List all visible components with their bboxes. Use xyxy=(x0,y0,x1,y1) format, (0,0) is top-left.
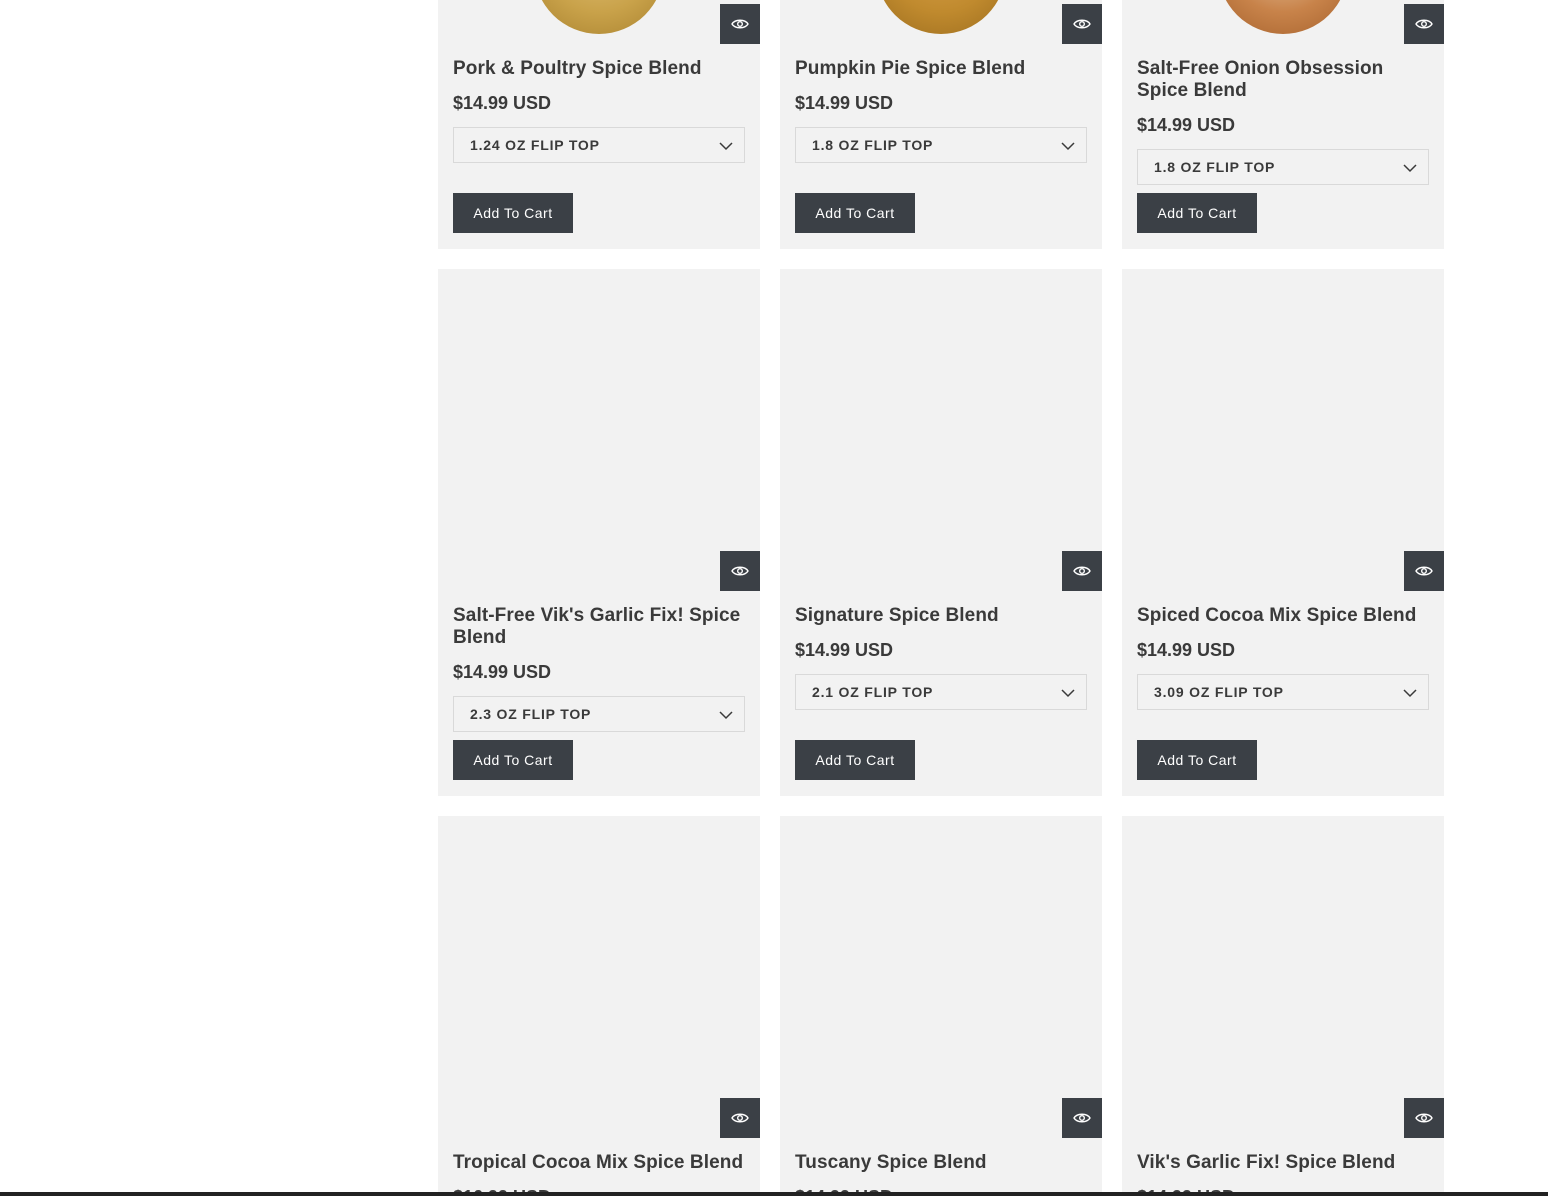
product-price: $14.99 USD xyxy=(453,662,552,682)
quick-view-button[interactable] xyxy=(1062,4,1102,44)
quick-view-button[interactable] xyxy=(1062,551,1102,591)
eye-icon xyxy=(731,566,749,576)
product-title[interactable]: Salt-Free Onion Obsession Spice Blend xyxy=(1137,58,1429,102)
eye-icon xyxy=(1415,1113,1433,1123)
eye-icon xyxy=(731,1113,749,1123)
product-title[interactable]: Signature Spice Blend xyxy=(795,605,1087,627)
quick-view-button[interactable] xyxy=(1404,4,1444,44)
product-photo xyxy=(534,0,664,34)
variant-select[interactable]: 3.09 OZ FLIP TOP xyxy=(1137,674,1429,710)
add-to-cart-button[interactable]: Add To Cart xyxy=(1137,740,1257,780)
variant-selected-value: 1.8 OZ FLIP TOP xyxy=(1154,159,1276,175)
product-image[interactable] xyxy=(1122,0,1444,44)
product-title[interactable]: Tropical Cocoa Mix Spice Blend xyxy=(453,1152,745,1174)
add-to-cart-button[interactable]: Add To Cart xyxy=(795,740,915,780)
product-title[interactable]: Pork & Poultry Spice Blend xyxy=(453,58,745,80)
product-card: Pumpkin Pie Spice Blend $14.99 USD 1.8 O… xyxy=(780,0,1102,249)
variant-selected-value: 2.1 OZ FLIP TOP xyxy=(812,684,934,700)
viewport-bottom-edge xyxy=(0,1192,1548,1196)
add-to-cart-button[interactable]: Add To Cart xyxy=(453,193,573,233)
product-price: $14.99 USD xyxy=(795,640,894,660)
variant-select[interactable]: 1.8 OZ FLIP TOP xyxy=(1137,149,1429,185)
product-title[interactable]: Vik's Garlic Fix! Spice Blend xyxy=(1137,1152,1429,1174)
product-grid: Pork & Poultry Spice Blend $14.99 USD 1.… xyxy=(0,0,1548,1196)
variant-selected-value: 1.8 OZ FLIP TOP xyxy=(812,137,934,153)
product-price: $14.99 USD xyxy=(453,93,552,113)
product-image[interactable] xyxy=(1122,816,1444,1138)
eye-icon xyxy=(1073,1113,1091,1123)
variant-selected-value: 3.09 OZ FLIP TOP xyxy=(1154,684,1284,700)
product-image[interactable] xyxy=(438,816,760,1138)
add-to-cart-button[interactable]: Add To Cart xyxy=(453,740,573,780)
product-photo xyxy=(1218,0,1348,34)
variant-select[interactable]: 2.1 OZ FLIP TOP xyxy=(795,674,1087,710)
product-price: $14.99 USD xyxy=(1137,640,1236,660)
chevron-down-icon xyxy=(719,711,733,720)
chevron-down-icon xyxy=(1061,142,1075,151)
eye-icon xyxy=(731,19,749,29)
eye-icon xyxy=(1073,566,1091,576)
eye-icon xyxy=(1415,566,1433,576)
chevron-down-icon xyxy=(719,142,733,151)
product-image[interactable] xyxy=(780,269,1102,591)
product-title[interactable]: Tuscany Spice Blend xyxy=(795,1152,1087,1174)
product-card: Pork & Poultry Spice Blend $14.99 USD 1.… xyxy=(438,0,760,249)
product-card: Tropical Cocoa Mix Spice Blend $16.99 US… xyxy=(438,816,760,1196)
product-price: $14.99 USD xyxy=(1137,115,1236,135)
product-card: Salt-Free Onion Obsession Spice Blend $1… xyxy=(1122,0,1444,249)
variant-select[interactable]: 2.3 OZ FLIP TOP xyxy=(453,696,745,732)
chevron-down-icon xyxy=(1403,689,1417,698)
variant-select[interactable]: 1.8 OZ FLIP TOP xyxy=(795,127,1087,163)
product-card: Salt-Free Vik's Garlic Fix! Spice Blend … xyxy=(438,269,760,796)
product-photo xyxy=(876,0,1006,34)
variant-selected-value: 2.3 OZ FLIP TOP xyxy=(470,706,592,722)
variant-selected-value: 1.24 OZ FLIP TOP xyxy=(470,137,600,153)
product-card: Tuscany Spice Blend $14.99 USD xyxy=(780,816,1102,1196)
eye-icon xyxy=(1073,19,1091,29)
product-image[interactable] xyxy=(1122,269,1444,591)
quick-view-button[interactable] xyxy=(720,4,760,44)
product-card: Signature Spice Blend $14.99 USD 2.1 OZ … xyxy=(780,269,1102,796)
product-price: $14.99 USD xyxy=(795,93,894,113)
product-image[interactable] xyxy=(780,816,1102,1138)
add-to-cart-button[interactable]: Add To Cart xyxy=(1137,193,1257,233)
chevron-down-icon xyxy=(1061,689,1075,698)
quick-view-button[interactable] xyxy=(720,551,760,591)
product-title[interactable]: Salt-Free Vik's Garlic Fix! Spice Blend xyxy=(453,605,745,649)
add-to-cart-button[interactable]: Add To Cart xyxy=(795,193,915,233)
variant-select[interactable]: 1.24 OZ FLIP TOP xyxy=(453,127,745,163)
quick-view-button[interactable] xyxy=(720,1098,760,1138)
product-title[interactable]: Spiced Cocoa Mix Spice Blend xyxy=(1137,605,1429,627)
quick-view-button[interactable] xyxy=(1062,1098,1102,1138)
product-image[interactable] xyxy=(438,269,760,591)
quick-view-button[interactable] xyxy=(1404,551,1444,591)
product-image[interactable] xyxy=(438,0,760,44)
quick-view-button[interactable] xyxy=(1404,1098,1444,1138)
product-card: Vik's Garlic Fix! Spice Blend $14.99 USD xyxy=(1122,816,1444,1196)
product-image[interactable] xyxy=(780,0,1102,44)
product-title[interactable]: Pumpkin Pie Spice Blend xyxy=(795,58,1087,80)
eye-icon xyxy=(1415,19,1433,29)
chevron-down-icon xyxy=(1403,164,1417,173)
product-card: Spiced Cocoa Mix Spice Blend $14.99 USD … xyxy=(1122,269,1444,796)
